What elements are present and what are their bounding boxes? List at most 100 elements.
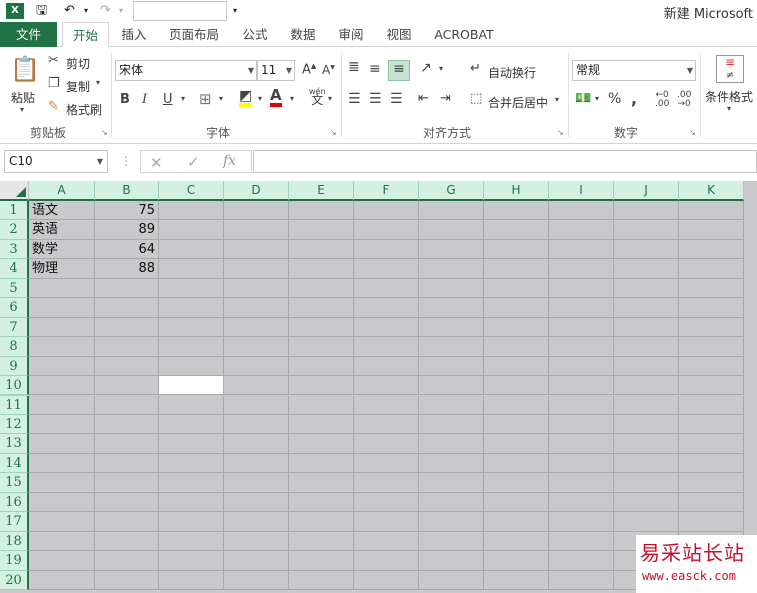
cell-g19[interactable] <box>419 551 484 571</box>
cell-k10[interactable] <box>679 376 744 396</box>
enter-icon[interactable]: ✓ <box>187 153 200 171</box>
cell-k12[interactable] <box>679 414 744 435</box>
cell-e15[interactable] <box>289 473 354 493</box>
column-header-j[interactable]: J <box>614 181 679 201</box>
cell-e4[interactable] <box>289 259 354 279</box>
cell-f1[interactable] <box>354 201 419 221</box>
cell-g10[interactable] <box>419 376 484 396</box>
column-header-h[interactable]: H <box>484 181 549 201</box>
column-header-b[interactable]: B <box>95 181 159 201</box>
cell-a12[interactable] <box>29 414 95 435</box>
column-header-g[interactable]: G <box>419 181 484 201</box>
cell-j17[interactable] <box>614 512 679 532</box>
border-dropdown-icon[interactable]: ▾ <box>219 94 223 103</box>
border-icon[interactable]: ⊞ <box>199 90 212 108</box>
cell-k8[interactable] <box>679 337 744 357</box>
cell-f15[interactable] <box>354 473 419 493</box>
cell-d11[interactable] <box>224 395 289 415</box>
cell-f2[interactable] <box>354 220 419 240</box>
cell-e7[interactable] <box>289 317 354 338</box>
cell-f4[interactable] <box>354 259 419 279</box>
merge-center-icon[interactable]: ⬚ <box>470 91 482 106</box>
cell-a16[interactable] <box>29 492 95 513</box>
cell-i9[interactable] <box>549 356 614 377</box>
cell-a10[interactable] <box>29 376 95 396</box>
cell-j13[interactable] <box>614 434 679 454</box>
cell-k2[interactable] <box>679 220 744 240</box>
shrink-font-button[interactable]: A▼ <box>322 63 335 77</box>
row-header-17[interactable]: 17 <box>0 512 29 532</box>
tab-review[interactable]: 审阅 <box>332 22 370 47</box>
cell-g1[interactable] <box>419 201 484 221</box>
cell-d4[interactable] <box>224 259 289 279</box>
formula-input[interactable] <box>253 150 757 173</box>
cell-h10[interactable] <box>484 376 549 396</box>
format-painter-icon[interactable]: ✎ <box>48 99 59 114</box>
cell-a11[interactable] <box>29 395 95 415</box>
cell-j8[interactable] <box>614 337 679 357</box>
cell-e12[interactable] <box>289 414 354 435</box>
cell-h15[interactable] <box>484 473 549 493</box>
cell-c20[interactable] <box>159 570 224 590</box>
cell-f7[interactable] <box>354 317 419 338</box>
cell-b14[interactable] <box>95 453 159 474</box>
cell-i18[interactable] <box>549 531 614 552</box>
cell-f10[interactable] <box>354 376 419 396</box>
accounting-format-icon[interactable]: 💵 <box>575 91 591 106</box>
cell-k17[interactable] <box>679 512 744 532</box>
cell-j11[interactable] <box>614 395 679 415</box>
row-header-2[interactable]: 2 <box>0 220 29 240</box>
cell-e2[interactable] <box>289 220 354 240</box>
cell-i1[interactable] <box>549 201 614 221</box>
tab-acrobat[interactable]: ACROBAT <box>430 22 498 47</box>
cell-f19[interactable] <box>354 551 419 571</box>
cell-i7[interactable] <box>549 317 614 338</box>
cell-h11[interactable] <box>484 395 549 415</box>
cell-b6[interactable] <box>95 298 159 318</box>
decrease-indent-icon[interactable]: ⇤ <box>418 91 429 106</box>
cell-d9[interactable] <box>224 356 289 377</box>
tab-view[interactable]: 视图 <box>380 22 418 47</box>
cell-c8[interactable] <box>159 337 224 357</box>
cell-a6[interactable] <box>29 298 95 318</box>
italic-button[interactable]: I <box>142 92 147 107</box>
cell-d20[interactable] <box>224 570 289 590</box>
cell-b10[interactable] <box>95 376 159 396</box>
cell-f20[interactable] <box>354 570 419 590</box>
cell-g9[interactable] <box>419 356 484 377</box>
row-header-3[interactable]: 3 <box>0 239 29 260</box>
cell-g7[interactable] <box>419 317 484 338</box>
cell-b4[interactable]: 88 <box>95 259 159 279</box>
cell-i17[interactable] <box>549 512 614 532</box>
row-header-16[interactable]: 16 <box>0 492 29 513</box>
cell-e13[interactable] <box>289 434 354 454</box>
cell-d18[interactable] <box>224 531 289 552</box>
cell-k16[interactable] <box>679 492 744 513</box>
number-format-select[interactable]: 常规 ▼ <box>572 60 696 81</box>
cell-e11[interactable] <box>289 395 354 415</box>
cell-i5[interactable] <box>549 278 614 299</box>
cut-button[interactable]: 剪切 <box>66 55 90 72</box>
quick-access-box[interactable] <box>133 1 227 21</box>
cell-k7[interactable] <box>679 317 744 338</box>
cell-a9[interactable] <box>29 356 95 377</box>
cell-i20[interactable] <box>549 570 614 590</box>
cell-f3[interactable] <box>354 239 419 260</box>
cell-a20[interactable] <box>29 570 95 590</box>
cancel-icon[interactable]: ✕ <box>150 154 163 172</box>
cell-d1[interactable] <box>224 201 289 221</box>
row-header-13[interactable]: 13 <box>0 434 29 454</box>
cell-g15[interactable] <box>419 473 484 493</box>
cell-e16[interactable] <box>289 492 354 513</box>
cell-j10[interactable] <box>614 376 679 396</box>
cell-i12[interactable] <box>549 414 614 435</box>
cell-d17[interactable] <box>224 512 289 532</box>
cell-d15[interactable] <box>224 473 289 493</box>
cell-g2[interactable] <box>419 220 484 240</box>
cell-c9[interactable] <box>159 356 224 377</box>
cell-f16[interactable] <box>354 492 419 513</box>
cell-c7[interactable] <box>159 317 224 338</box>
cell-c6[interactable] <box>159 298 224 318</box>
cell-g11[interactable] <box>419 395 484 415</box>
cell-f11[interactable] <box>354 395 419 415</box>
